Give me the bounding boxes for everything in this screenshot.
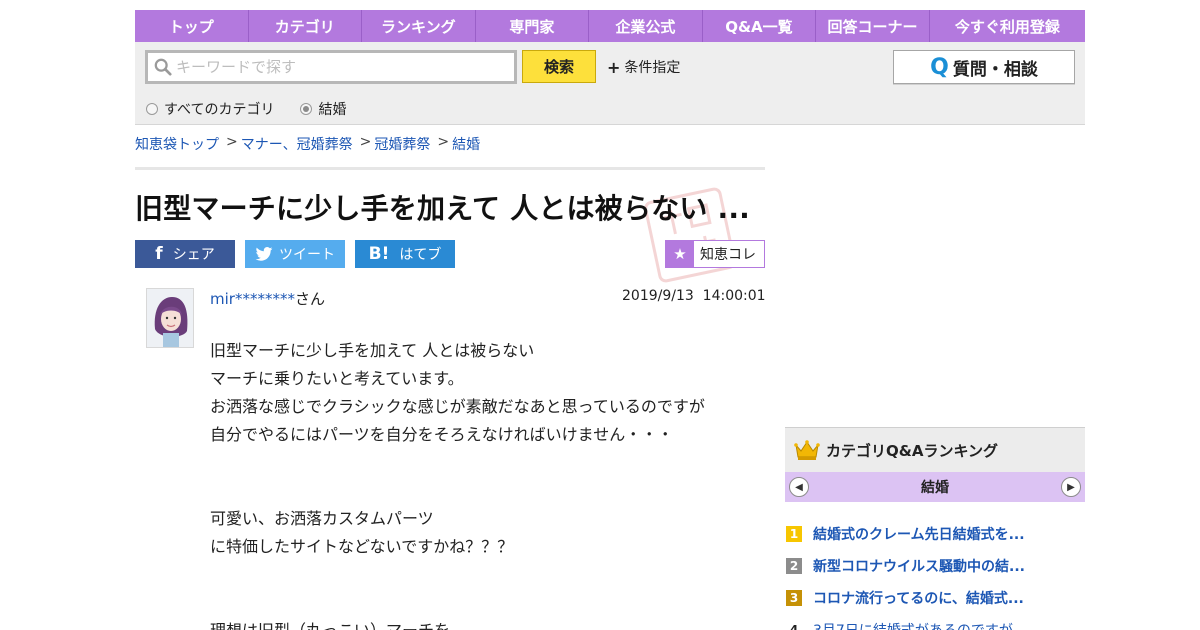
breadcrumb-marriage[interactable]: 結婚 <box>452 134 480 154</box>
ranking-item: 1 結婚式のクレーム先日結婚式を... <box>785 518 1085 550</box>
breadcrumb-separator: > <box>437 134 450 150</box>
nav-answer-corner[interactable]: 回答コーナー <box>816 10 930 42</box>
ranking-link[interactable]: 結婚式のクレーム先日結婚式を... <box>813 524 1025 544</box>
q-logo-icon: Q <box>930 54 949 80</box>
search-button[interactable]: 検索 <box>522 50 596 83</box>
rank-badge: 3 <box>786 590 802 606</box>
facebook-share-button[interactable]: f シェア <box>135 240 235 268</box>
nav-official[interactable]: 企業公式 <box>589 10 703 42</box>
ask-question-label: 質問・相談 <box>952 59 1038 80</box>
chie-collection-label: 知恵コレ <box>700 247 756 263</box>
question-body-line: に特価したサイトなどないですかね？？？ <box>210 537 514 556</box>
asker-name: mir********さん <box>210 288 325 309</box>
avatar-portrait-icon <box>147 289 193 347</box>
breadcrumb-separator: > <box>226 134 238 150</box>
scope-all-label: すべてのカテゴリ <box>164 102 275 118</box>
breadcrumb-top[interactable]: 知恵袋トップ <box>135 134 219 154</box>
ranking-item: 4 3月7日に結婚式があるのですが... <box>785 614 1085 630</box>
ranking-category-bar: ◀ 結婚 ▶ <box>785 472 1085 502</box>
question-body-line <box>210 477 705 505</box>
facebook-icon: f <box>155 244 163 264</box>
twitter-share-label: ツイート <box>279 247 335 263</box>
nav-ranking[interactable]: ランキング <box>362 10 476 42</box>
scope-current-label: 結婚 <box>318 102 347 118</box>
question-body-line: マーチに乗りたいと考えています。 <box>210 369 464 388</box>
conditions-label: 条件指定 <box>624 60 681 76</box>
nav-experts[interactable]: 専門家 <box>476 10 590 42</box>
twitter-share-button[interactable]: ツイート <box>245 240 345 268</box>
twitter-bird-icon <box>255 247 273 261</box>
asker-honorific: さん <box>294 290 325 308</box>
nav-top[interactable]: トップ <box>135 10 249 42</box>
question-body-line: 可愛い、お洒落カスタムパーツ <box>210 509 434 528</box>
breadcrumb-ceremonies[interactable]: 冠婚葬祭 <box>374 134 430 154</box>
hatena-bookmark-label: はてブ <box>399 247 442 263</box>
ranking-item: 3 コロナ流行ってるのに、結婚式... <box>785 582 1085 614</box>
question-body-line: 理想は旧型（丸っこい）マーチを <box>210 617 705 630</box>
scope-all-option[interactable]: すべてのカテゴリ <box>146 99 274 119</box>
question-body: 旧型マーチに少し手を加えて 人とは被らない マーチに乗りたいと考えています。 お… <box>210 337 705 630</box>
plus-icon: + <box>607 57 621 77</box>
hatena-bookmark-button[interactable]: B! はてブ <box>355 240 455 268</box>
breadcrumb: 知恵袋トップ > マナー、冠婚葬祭 > 冠婚葬祭 > 結婚 <box>135 134 480 154</box>
radio-selected-icon[interactable] <box>300 103 313 115</box>
ranking-category: 結婚 <box>921 480 949 496</box>
question-timestamp: 2019/9/13 14:00:01 <box>622 288 766 304</box>
nav-category[interactable]: カテゴリ <box>249 10 363 42</box>
search-panel: 検索 + 条件指定 Q 質問・相談 すべてのカテゴリ 結婚 <box>135 42 1085 125</box>
hatena-b-icon: B! <box>368 244 390 264</box>
radio-icon[interactable] <box>146 103 158 115</box>
ranking-link[interactable]: 3月7日に結婚式があるのですが... <box>813 620 1026 630</box>
rank-badge: 1 <box>786 526 802 542</box>
title-divider <box>135 167 765 170</box>
scope-current-option[interactable]: 結婚 <box>300 99 346 119</box>
star-icon: ★ <box>666 241 694 267</box>
ranking-title: カテゴリQ&Aランキング <box>826 441 998 460</box>
breadcrumb-separator: > <box>359 134 372 150</box>
facebook-share-label: シェア <box>172 247 215 263</box>
ranking-item: 2 新型コロナウイルス騒動中の結... <box>785 550 1085 582</box>
ranking-list: 1 結婚式のクレーム先日結婚式を... 2 新型コロナウイルス騒動中の結... … <box>785 518 1085 630</box>
question-body-line <box>210 449 705 477</box>
question-body-line: お洒落な感じでクラシックな感じが素敵だなあと思っているのですが <box>210 397 705 416</box>
search-box[interactable] <box>145 50 517 84</box>
question-body-line <box>210 561 705 589</box>
question-body-line <box>210 589 705 617</box>
chie-collection-button[interactable]: ★ 知恵コレ <box>665 240 765 268</box>
rank-badge: 2 <box>786 558 802 574</box>
question-body-line: 自分でやるにはパーツを自分をそろえなければいけません・・・ <box>210 425 674 444</box>
rank-badge: 4 <box>789 623 799 630</box>
arrow-right-icon[interactable]: ▶ <box>1061 477 1081 497</box>
top-nav: トップ カテゴリ ランキング 専門家 企業公式 Q&A一覧 回答コーナー 今すぐ… <box>135 10 1085 42</box>
asker-link[interactable]: mir******** <box>210 290 295 308</box>
conditions-toggle[interactable]: + 条件指定 <box>607 57 680 77</box>
ranking-link[interactable]: コロナ流行ってるのに、結婚式... <box>813 588 1024 608</box>
ranking-link[interactable]: 新型コロナウイルス騒動中の結... <box>813 556 1025 576</box>
category-ranking: カテゴリQ&Aランキング ◀ 結婚 ▶ 1 結婚式のクレーム先日結婚式を... … <box>785 427 1085 630</box>
search-icon <box>154 58 172 76</box>
asker-avatar[interactable] <box>146 288 194 348</box>
search-input[interactable] <box>176 58 506 76</box>
question-body-line: 旧型マーチに少し手を加えて 人とは被らない <box>210 341 535 360</box>
nav-register[interactable]: 今すぐ利用登録 <box>930 10 1085 42</box>
question-title: 旧型マーチに少し手を加えて 人とは被らない ... <box>135 192 751 225</box>
arrow-left-icon[interactable]: ◀ <box>789 477 809 497</box>
ranking-header: カテゴリQ&Aランキング <box>785 427 1085 472</box>
nav-qa-list[interactable]: Q&A一覧 <box>703 10 817 42</box>
crown-icon <box>794 440 820 460</box>
breadcrumb-manners[interactable]: マナー、冠婚葬祭 <box>241 134 353 154</box>
ask-question-button[interactable]: Q 質問・相談 <box>893 50 1075 84</box>
search-scope: すべてのカテゴリ 結婚 <box>146 99 372 119</box>
